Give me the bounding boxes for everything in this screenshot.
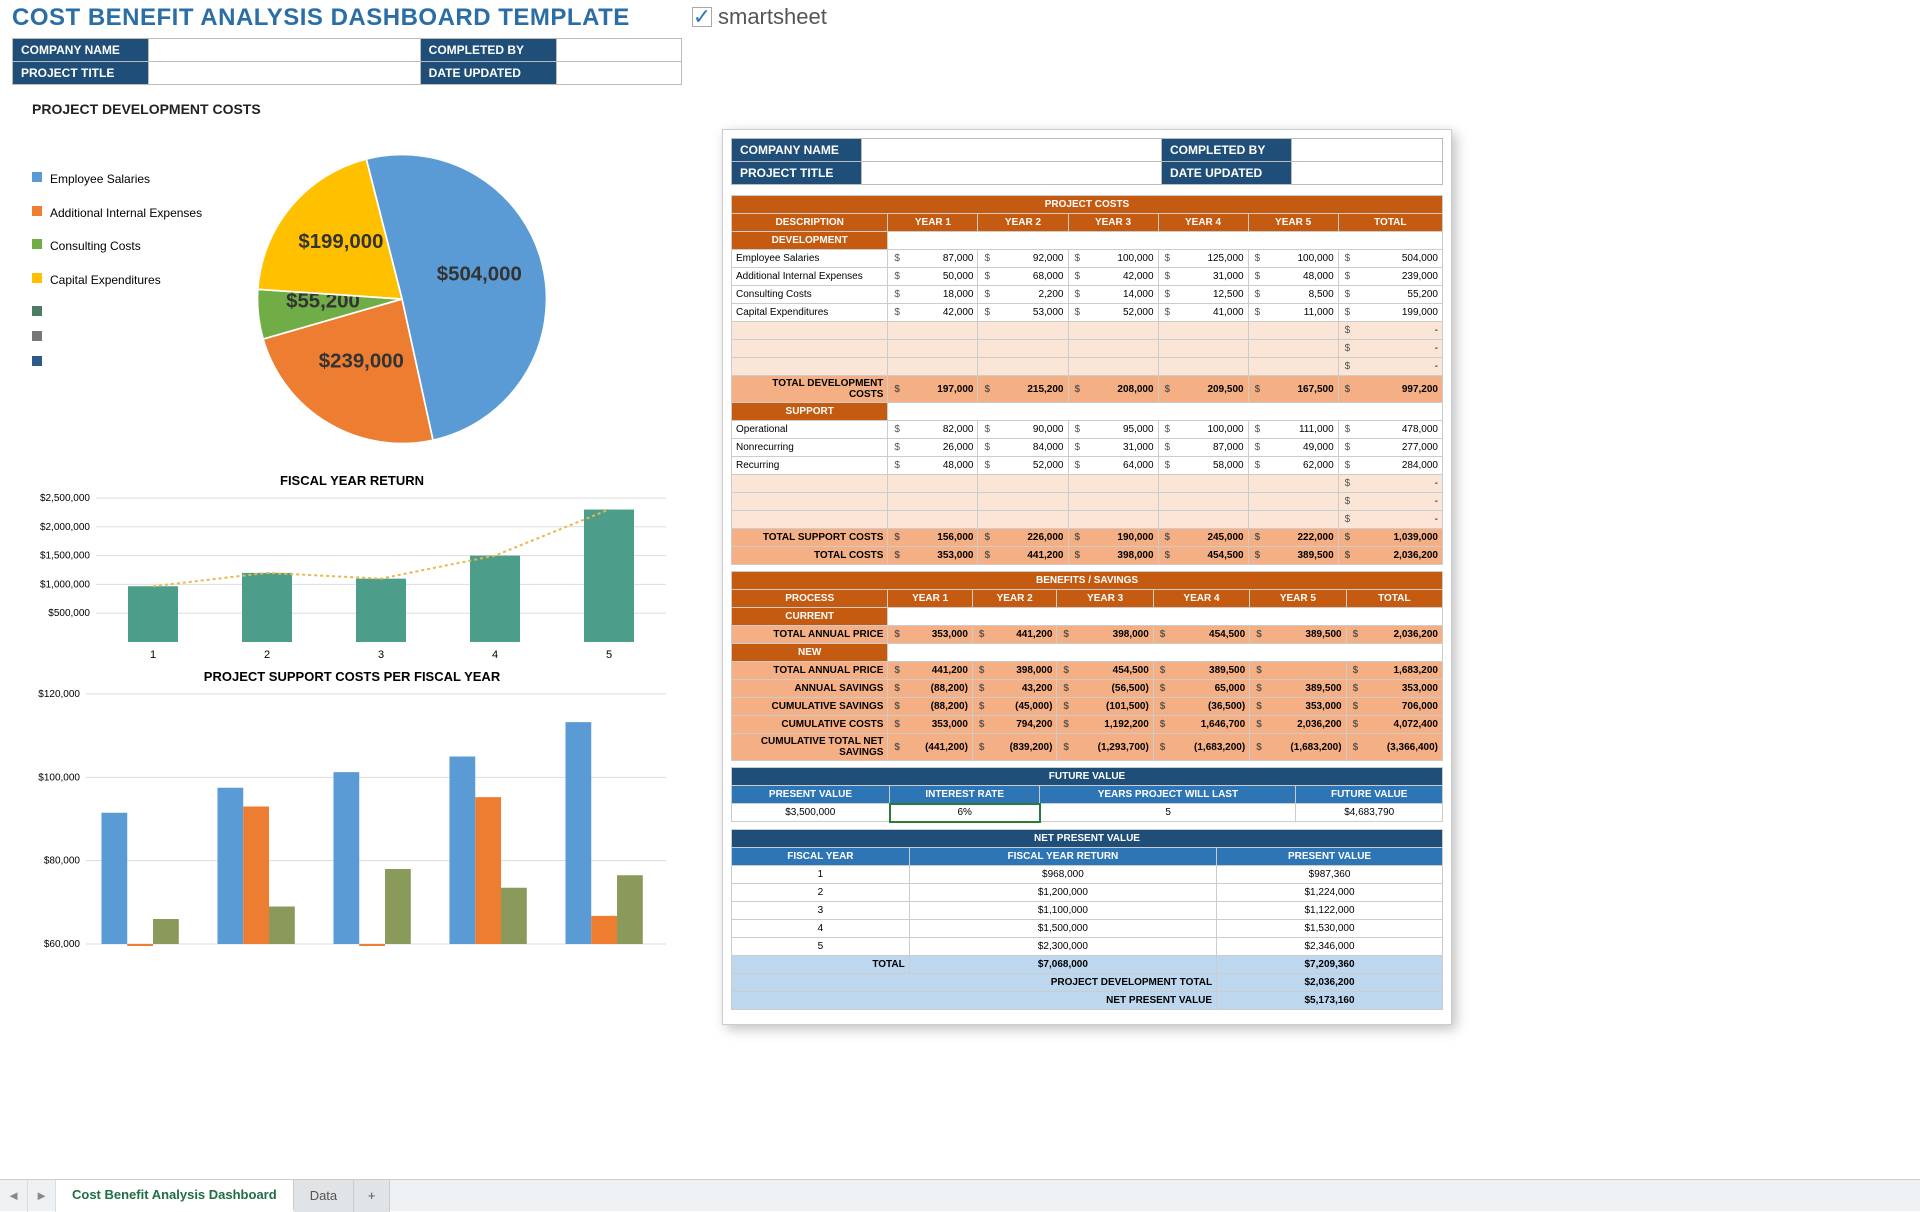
project-costs-table[interactable]: PROJECT COSTS DESCRIPTION YEAR 1 YEAR 2 … bbox=[731, 195, 1443, 565]
check-icon: ✓ bbox=[692, 7, 712, 27]
total-support-row: TOTAL SUPPORT COSTS 156,000226,000 190,0… bbox=[732, 529, 1443, 547]
table-row[interactable]: 5$2,300,000$2,346,000 bbox=[732, 937, 1443, 955]
table-row[interactable]: Employee Salaries87,00092,000100,000125,… bbox=[732, 250, 1443, 268]
details-sheet: COMPANY NAME COMPLETED BY PROJECT TITLE … bbox=[722, 129, 1452, 1025]
svg-text:$500,000: $500,000 bbox=[48, 608, 90, 619]
svg-text:5: 5 bbox=[606, 649, 612, 661]
svg-text:$1,500,000: $1,500,000 bbox=[40, 551, 90, 562]
svg-text:3: 3 bbox=[378, 649, 384, 661]
d-project-title-input[interactable] bbox=[862, 162, 1162, 185]
svg-text:$2,000,000: $2,000,000 bbox=[40, 522, 90, 533]
date-updated-input[interactable] bbox=[556, 62, 681, 85]
d-company-name-input[interactable] bbox=[862, 139, 1162, 162]
project-title-input[interactable] bbox=[148, 62, 420, 85]
table-row[interactable]: 1$968,000$987,360 bbox=[732, 865, 1443, 883]
completed-by-input[interactable] bbox=[556, 39, 681, 62]
support-costs-chart: $120,000 $100,000 $80,000 $60,000 bbox=[16, 688, 676, 948]
future-value-table[interactable]: FUTURE VALUE PRESENT VALUE INTEREST RATE… bbox=[731, 767, 1443, 823]
d-completed-by-input[interactable] bbox=[1292, 139, 1443, 162]
benefits-table[interactable]: BENEFITS / SAVINGS PROCESS YEAR 1 YEAR 2… bbox=[731, 571, 1443, 761]
table-row[interactable]: Consulting Costs18,0002,20014,00012,5008… bbox=[732, 286, 1443, 304]
pie-chart: Employee SalariesAdditional Internal Exp… bbox=[12, 121, 692, 469]
table-row[interactable]: 3$1,100,000$1,122,000 bbox=[732, 901, 1443, 919]
project-title-label: PROJECT TITLE bbox=[13, 62, 149, 85]
company-name-input[interactable] bbox=[148, 39, 420, 62]
years-cell[interactable]: 5 bbox=[1040, 804, 1296, 822]
svg-text:1: 1 bbox=[150, 649, 156, 661]
interest-rate-cell[interactable]: 6% bbox=[890, 804, 1040, 822]
completed-by-label: COMPLETED BY bbox=[420, 39, 556, 62]
table-row[interactable]: Additional Internal Expenses50,00068,000… bbox=[732, 268, 1443, 286]
fiscal-year-return-chart: $2,500,000 $2,000,000 $1,500,000 $1,000,000… bbox=[16, 492, 676, 662]
pie-legend: Employee SalariesAdditional Internal Exp… bbox=[32, 129, 232, 469]
pie-chart-title: PROJECT DEVELOPMENT COSTS bbox=[12, 89, 692, 121]
table-row[interactable]: 4$1,500,000$1,530,000 bbox=[732, 919, 1443, 937]
svg-text:$239,000: $239,000 bbox=[319, 350, 404, 372]
svg-text:$60,000: $60,000 bbox=[44, 939, 81, 948]
present-value-cell[interactable]: $3,500,000 bbox=[732, 804, 890, 822]
npv-table[interactable]: NET PRESENT VALUE FISCAL YEAR FISCAL YEA… bbox=[731, 829, 1443, 1010]
svg-text:$504,000: $504,000 bbox=[437, 264, 522, 286]
bar1-title: FISCAL YEAR RETURN bbox=[12, 469, 692, 492]
svg-text:$2,500,000: $2,500,000 bbox=[40, 493, 90, 504]
tab-dashboard[interactable]: Cost Benefit Analysis Dashboard bbox=[56, 1180, 294, 1212]
date-updated-label: DATE UPDATED bbox=[420, 62, 556, 85]
svg-text:$120,000: $120,000 bbox=[38, 689, 80, 700]
table-row[interactable]: Recurring48,00052,00064,00058,00062,0002… bbox=[732, 457, 1443, 475]
nav-prev-icon[interactable]: ◄ bbox=[0, 1180, 28, 1212]
svg-text:$80,000: $80,000 bbox=[44, 856, 81, 867]
sheet-tab-bar: ◄ ► Cost Benefit Analysis Dashboard Data… bbox=[0, 1179, 1920, 1211]
svg-text:$100,000: $100,000 bbox=[38, 772, 80, 783]
d-date-updated-input[interactable] bbox=[1292, 162, 1443, 185]
smartsheet-logo: ✓ smartsheet bbox=[692, 4, 827, 30]
future-value-cell: $4,683,790 bbox=[1296, 804, 1443, 822]
svg-text:2: 2 bbox=[264, 649, 270, 661]
total-costs-row: TOTAL COSTS 353,000441,200 398,000454,50… bbox=[732, 547, 1443, 565]
page-title: COST BENEFIT ANALYSIS DASHBOARD TEMPLATE bbox=[12, 4, 692, 32]
svg-text:$199,000: $199,000 bbox=[298, 231, 383, 253]
add-sheet-button[interactable]: + bbox=[354, 1180, 390, 1212]
table-row[interactable]: Capital Expenditures42,00053,00052,00041… bbox=[732, 304, 1443, 322]
bar2-title: PROJECT SUPPORT COSTS PER FISCAL YEAR bbox=[12, 665, 692, 688]
table-row[interactable]: Nonrecurring26,00084,00031,00087,00049,0… bbox=[732, 439, 1443, 457]
table-row[interactable]: 2$1,200,000$1,224,000 bbox=[732, 883, 1443, 901]
details-header-table: COMPANY NAME COMPLETED BY PROJECT TITLE … bbox=[731, 138, 1443, 185]
svg-text:$1,000,000: $1,000,000 bbox=[40, 579, 90, 590]
company-name-label: COMPANY NAME bbox=[13, 39, 149, 62]
header-meta-table: COMPANY NAME COMPLETED BY PROJECT TITLE … bbox=[12, 38, 682, 85]
tab-data[interactable]: Data bbox=[294, 1180, 354, 1212]
table-row[interactable]: Operational82,00090,00095,000100,000111,… bbox=[732, 421, 1443, 439]
total-dev-row: TOTAL DEVELOPMENT COSTS 197,000215,200 2… bbox=[732, 376, 1443, 403]
nav-next-icon[interactable]: ► bbox=[28, 1180, 56, 1212]
svg-text:4: 4 bbox=[492, 649, 498, 661]
